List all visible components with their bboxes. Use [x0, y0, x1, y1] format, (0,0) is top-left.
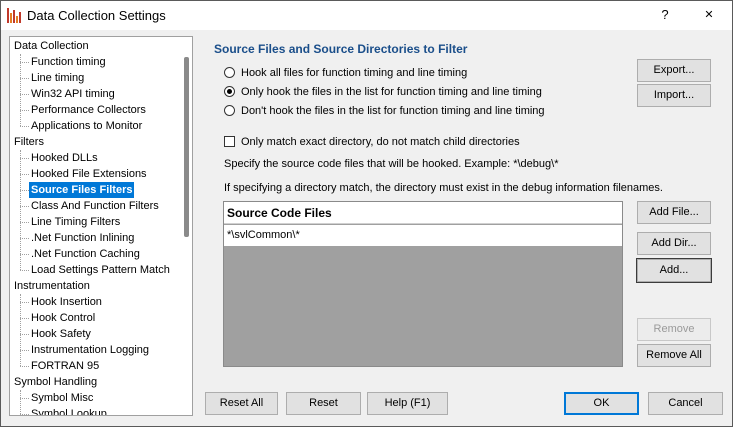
tree-connector — [20, 150, 21, 270]
dialog-window: Data Collection Settings ? ✕ Data Collec… — [0, 0, 733, 427]
tree-connector — [20, 334, 29, 335]
tree-scrollbar[interactable] — [183, 37, 192, 415]
add-button[interactable]: Add... — [636, 258, 712, 283]
tree-connector — [20, 294, 21, 366]
radio-button[interactable] — [224, 105, 235, 116]
checkbox-box[interactable] — [224, 136, 235, 147]
tree-item-performance-collectors[interactable]: Performance Collectors — [29, 102, 148, 118]
window-title: Data Collection Settings — [27, 8, 166, 23]
tree-connector — [20, 238, 29, 239]
section-title: Source Files and Source Directories to F… — [214, 42, 468, 56]
tree-item-hook-insertion[interactable]: Hook Insertion — [29, 294, 104, 310]
tree-item-instrumentation-logging[interactable]: Instrumentation Logging — [29, 342, 151, 358]
source-files-list[interactable]: Source Code Files *\svlCommon\* — [223, 201, 623, 367]
radio-only-hook-listed[interactable]: Only hook the files in the list for func… — [224, 84, 542, 99]
tree-connector — [20, 78, 29, 79]
tree-scroll-thumb[interactable] — [184, 57, 189, 237]
bar-chart-icon — [7, 8, 23, 23]
radio-button[interactable] — [224, 86, 235, 97]
tree-connector — [20, 54, 21, 126]
tree-connector — [20, 302, 29, 303]
tree-connector — [20, 254, 29, 255]
reset-all-button[interactable]: Reset All — [205, 392, 278, 415]
reset-button[interactable]: Reset — [286, 392, 361, 415]
tree-group-instrumentation[interactable]: Instrumentation — [12, 278, 92, 294]
tree-connector — [20, 158, 29, 159]
tree-group-symbol-handling[interactable]: Symbol Handling — [12, 374, 99, 390]
tree-item-net-function-inlining[interactable]: .Net Function Inlining — [29, 230, 136, 246]
radio-label: Only hook the files in the list for func… — [241, 85, 542, 98]
list-header: Source Code Files — [224, 202, 622, 224]
add-dir-button[interactable]: Add Dir... — [637, 232, 711, 255]
tree-item-source-files-filters[interactable]: Source Files Filters — [29, 182, 135, 198]
hint-example: Specify the source code files that will … — [224, 158, 559, 170]
tree-connector — [20, 126, 29, 127]
tree-item-applications-to-monitor[interactable]: Applications to Monitor — [29, 118, 144, 134]
tree-item-class-and-function-filters[interactable]: Class And Function Filters — [29, 198, 161, 214]
tree-connector — [20, 190, 29, 191]
tree-connector — [20, 318, 29, 319]
tree-connector — [20, 222, 29, 223]
remove-button[interactable]: Remove — [637, 318, 711, 341]
settings-tree[interactable]: Data Collection Function timing Line timin… — [9, 36, 193, 416]
radio-label: Hook all files for function timing and l… — [241, 66, 468, 79]
ok-button[interactable]: OK — [564, 392, 639, 415]
tree-connector — [20, 94, 29, 95]
tree-item-hooked-dlls[interactable]: Hooked DLLs — [29, 150, 100, 166]
tree-connector — [20, 366, 29, 367]
radio-dont-hook-listed[interactable]: Don't hook the files in the list for fun… — [224, 103, 545, 118]
tree-item-symbol-misc[interactable]: Symbol Misc — [29, 390, 95, 406]
cancel-button[interactable]: Cancel — [648, 392, 723, 415]
exact-directory-checkbox[interactable]: Only match exact directory, do not match… — [224, 134, 520, 149]
radio-label: Don't hook the files in the list for fun… — [241, 104, 545, 117]
import-button[interactable]: Import... — [637, 84, 711, 107]
export-button[interactable]: Export... — [637, 59, 711, 82]
radio-hook-all[interactable]: Hook all files for function timing and l… — [224, 65, 467, 80]
tree-connector — [20, 398, 29, 399]
tree-item-hook-control[interactable]: Hook Control — [29, 310, 97, 326]
tree-group-filters[interactable]: Filters — [12, 134, 46, 150]
tree-item-fortran-95[interactable]: FORTRAN 95 — [29, 358, 101, 374]
tree-group-data-collection[interactable]: Data Collection — [12, 38, 91, 54]
tree-connector — [20, 414, 29, 415]
tree-connector — [20, 110, 29, 111]
tree-item-win32-api-timing[interactable]: Win32 API timing — [29, 86, 117, 102]
tree-item-net-function-caching[interactable]: .Net Function Caching — [29, 246, 142, 262]
list-item[interactable]: *\svlCommon\* — [224, 225, 622, 246]
close-icon[interactable]: ✕ — [697, 4, 721, 26]
tree-connector — [20, 174, 29, 175]
tree-connector — [20, 350, 29, 351]
tree-item-line-timing[interactable]: Line timing — [29, 70, 86, 86]
tree-item-load-settings-pattern-match[interactable]: Load Settings Pattern Match — [29, 262, 172, 278]
tree-connector — [20, 390, 21, 414]
tree-item-symbol-lookup[interactable]: Symbol Lookup — [29, 406, 109, 415]
tree-item-hooked-file-extensions[interactable]: Hooked File Extensions — [29, 166, 149, 182]
hint-directory: If specifying a directory match, the dir… — [224, 182, 663, 194]
help-icon[interactable]: ? — [653, 4, 677, 26]
title-bar: Data Collection Settings ? ✕ — [1, 1, 732, 30]
tree-item-hook-safety[interactable]: Hook Safety — [29, 326, 93, 342]
checkbox-label: Only match exact directory, do not match… — [241, 135, 520, 148]
tree-item-function-timing[interactable]: Function timing — [29, 54, 108, 70]
tree-item-line-timing-filters[interactable]: Line Timing Filters — [29, 214, 122, 230]
radio-button[interactable] — [224, 67, 235, 78]
tree-connector — [20, 206, 29, 207]
tree-connector — [20, 62, 29, 63]
help-f1-button[interactable]: Help (F1) — [367, 392, 448, 415]
remove-all-button[interactable]: Remove All — [637, 344, 711, 367]
tree-connector — [20, 270, 29, 271]
add-file-button[interactable]: Add File... — [637, 201, 711, 224]
